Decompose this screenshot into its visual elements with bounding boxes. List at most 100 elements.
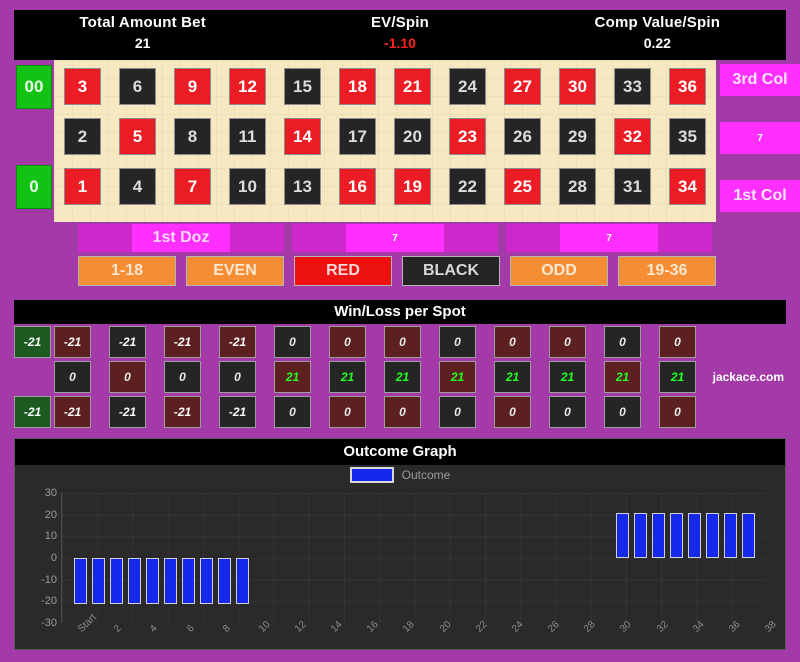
y-axis-tick: 10 [44, 530, 57, 543]
bet-spot-31[interactable]: 31 [614, 168, 651, 205]
outside-bet-1-18[interactable]: 1-18 [78, 256, 176, 286]
x-axis-tick: 38 [763, 619, 779, 635]
outcome-graph-panel: Outcome Graph Outcome 30 20 10 0 -10 -20 -30 St… [14, 438, 786, 650]
chart-bar [109, 558, 123, 604]
bet-spot-29[interactable]: 29 [559, 118, 596, 155]
chart-bar [163, 558, 177, 604]
dozen-bet-2[interactable]: 7 [346, 224, 444, 252]
winloss-cell-6: -21 [109, 326, 146, 358]
y-axis-tick: -20 [41, 595, 57, 608]
chart-bar [670, 512, 684, 558]
stat-label-total-amount-bet: Total Amount Bet [79, 14, 206, 31]
outside-bet-19-36[interactable]: 19-36 [618, 256, 716, 286]
bet-spot-8[interactable]: 8 [174, 118, 211, 155]
x-axis-tick: 18 [401, 619, 418, 635]
dozen-bet-3[interactable]: 7 [560, 224, 658, 252]
chart-bar [182, 558, 196, 604]
bet-spot-7[interactable]: 7 [174, 168, 211, 205]
bet-spot-20[interactable]: 20 [394, 118, 431, 155]
bet-spot-13[interactable]: 13 [284, 168, 321, 205]
winloss-cell-5: 0 [109, 361, 146, 393]
x-axis-tick: 4 [148, 623, 161, 635]
winloss-cell-34: 0 [659, 396, 696, 428]
bet-spot-12[interactable]: 12 [229, 68, 266, 105]
winloss-cell-20: 21 [384, 361, 421, 393]
bet-spot-36[interactable]: 36 [669, 68, 706, 105]
bet-spot-33[interactable]: 33 [614, 68, 651, 105]
stats-label-row: Total Amount Bet EV/Spin Comp Value/Spin [14, 10, 786, 31]
bet-spot-6[interactable]: 6 [119, 68, 156, 105]
winloss-cell-00: -21 [14, 326, 51, 358]
column-bet-1st[interactable]: 1st Col [720, 180, 800, 212]
outside-bet-odd[interactable]: ODD [510, 256, 608, 286]
bet-spot-4[interactable]: 4 [119, 168, 156, 205]
y-axis-tick: 20 [44, 508, 57, 521]
winloss-cell-2: 0 [54, 361, 91, 393]
bet-spot-19[interactable]: 19 [394, 168, 431, 205]
chart-bar [236, 558, 250, 604]
legend-label-outcome: Outcome [401, 468, 451, 482]
chart-axes: 30 20 10 0 -10 -20 -30 Start 2 4 6 8 10 12 14 16 18 20 22 2… [41, 487, 779, 635]
bet-spot-3[interactable]: 3 [64, 68, 101, 105]
bet-spot-10[interactable]: 10 [229, 168, 266, 205]
bet-spot-27[interactable]: 27 [504, 68, 541, 105]
win-loss-title: Win/Loss per Spot [14, 300, 786, 324]
outcome-plot-area: Outcome 30 20 10 0 -10 -20 -30 Start 2 4 6 8 10 12 14 1… [15, 465, 785, 649]
winloss-cell-30: 0 [549, 326, 586, 358]
chart-bar [706, 512, 720, 558]
bet-spot-24[interactable]: 24 [449, 68, 486, 105]
bet-spot-0[interactable]: 0 [16, 165, 52, 209]
winloss-cell-36: 0 [659, 326, 696, 358]
bet-spot-15[interactable]: 15 [284, 68, 321, 105]
bet-spot-16[interactable]: 16 [339, 168, 376, 205]
winloss-cell-23: 21 [439, 361, 476, 393]
winloss-cell-33: 0 [604, 326, 641, 358]
x-axis-tick: 34 [690, 619, 707, 635]
chart-bar [652, 512, 666, 558]
dozen-bet-row: 1st Doz 7 7 [14, 224, 786, 252]
stats-value-row: 21 -1.10 0.22 [14, 31, 786, 51]
outside-bet-even[interactable]: EVEN [186, 256, 284, 286]
bet-spot-14[interactable]: 14 [284, 118, 321, 155]
bet-spot-21[interactable]: 21 [394, 68, 431, 105]
winloss-cell-21: 0 [384, 326, 421, 358]
bet-spot-30[interactable]: 30 [559, 68, 596, 105]
outside-bet-row: 1-18 EVEN RED BLACK ODD 19-36 [14, 256, 786, 286]
bet-spot-22[interactable]: 22 [449, 168, 486, 205]
winloss-cell-16: 0 [329, 396, 366, 428]
winloss-cell-35: 21 [659, 361, 696, 393]
bet-spot-00[interactable]: 00 [16, 65, 52, 109]
bet-spot-32[interactable]: 32 [614, 118, 651, 155]
bet-spot-5[interactable]: 5 [119, 118, 156, 155]
column-bet-2nd[interactable]: 7 [720, 122, 800, 154]
y-axis-tick: -10 [41, 573, 57, 586]
outside-bet-black[interactable]: BLACK [402, 256, 500, 286]
bet-spot-11[interactable]: 11 [229, 118, 266, 155]
winloss-cell-25: 0 [494, 396, 531, 428]
bet-spot-18[interactable]: 18 [339, 68, 376, 105]
y-axis-tick: -30 [41, 617, 57, 629]
x-axis-tick: 32 [654, 619, 671, 635]
bet-spot-34[interactable]: 34 [669, 168, 706, 205]
bet-spot-9[interactable]: 9 [174, 68, 211, 105]
winloss-cell-17: 21 [329, 361, 366, 393]
bet-spot-26[interactable]: 26 [504, 118, 541, 155]
dozen-bet-1[interactable]: 1st Doz [132, 224, 230, 252]
bet-spot-23[interactable]: 23 [449, 118, 486, 155]
chart-bar [742, 512, 756, 558]
column-bet-3rd[interactable]: 3rd Col [720, 64, 800, 96]
chart-bar [91, 558, 105, 604]
winloss-cell-27: 0 [494, 326, 531, 358]
bet-spot-28[interactable]: 28 [559, 168, 596, 205]
winloss-cell-4: -21 [109, 396, 146, 428]
winloss-cell-3: -21 [54, 326, 91, 358]
zero-column: 00 0 [14, 60, 54, 222]
bet-spot-35[interactable]: 35 [669, 118, 706, 155]
outside-bet-red[interactable]: RED [294, 256, 392, 286]
x-axis-tick: 14 [329, 619, 345, 635]
bet-spot-17[interactable]: 17 [339, 118, 376, 155]
win-loss-panel: Win/Loss per Spot -21 -21 -21 -21 -21 -21 0 0 0 0… [14, 300, 786, 428]
bet-spot-1[interactable]: 1 [64, 168, 101, 205]
bet-spot-25[interactable]: 25 [504, 168, 541, 205]
bet-spot-2[interactable]: 2 [64, 118, 101, 155]
